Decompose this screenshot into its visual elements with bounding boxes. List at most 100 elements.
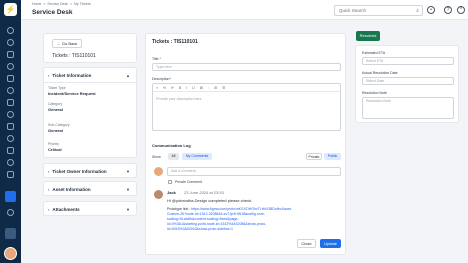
prototype-link[interactable]: id=0015%3A00003&show-proto-sidebar=1	[167, 227, 233, 231]
app-logo[interactable]: ⚡	[4, 3, 17, 16]
filter-all-button[interactable]: All	[168, 153, 179, 160]
status-resolved-button[interactable]: Resolved	[356, 31, 380, 41]
nav-icon-10[interactable]	[7, 135, 14, 142]
user-avatar[interactable]	[4, 247, 17, 260]
breadcrumb-service-desk[interactable]: Service Desk	[47, 2, 68, 6]
help-icon[interactable]: ?	[444, 6, 452, 14]
asset-info-title: Asset Information	[52, 187, 91, 192]
title-placeholder: Type here	[156, 65, 172, 69]
owner-info-header[interactable]: ▪ Ticket Owner Information	[48, 169, 107, 174]
main-ticket-card: Tickets : TIS110101 Title * Type here De…	[145, 33, 346, 255]
asset-info-card[interactable]: ▪ Asset Information ▼	[43, 181, 137, 196]
divider	[44, 82, 136, 83]
settings-icon[interactable]: *	[457, 6, 465, 14]
comment-placeholder: Add a comment...	[171, 169, 199, 173]
sidebar: ⚡	[0, 0, 21, 263]
search-placeholder: Quick Search	[339, 8, 367, 13]
prototype-link[interactable]: Custom-26?node-id=1512-32086&t=zv7JpXHW1…	[167, 212, 265, 216]
search-icon: ⌕	[416, 8, 419, 14]
field-value: Critical	[48, 147, 62, 152]
actual-date-label: Actual Resolution Date	[362, 71, 398, 75]
breadcrumb-sep: >	[70, 2, 73, 6]
close-button[interactable]: Close	[297, 239, 316, 248]
user-icon: ▪	[48, 169, 50, 174]
show-label: Show	[152, 155, 161, 159]
attachments-header[interactable]: ▪ Attachments	[48, 207, 80, 212]
comment-author: Jack	[167, 190, 176, 195]
nav-icon-13[interactable]	[7, 171, 14, 178]
actual-date-input[interactable]: Select Date	[362, 77, 454, 85]
nav-icon-2[interactable]	[7, 39, 14, 46]
owner-info-card[interactable]: ▪ Ticket Owner Information ▼	[43, 163, 137, 178]
owner-info-title: Ticket Owner Information	[52, 169, 107, 174]
nav-icon-15[interactable]	[7, 209, 14, 216]
eta-label: Estimated ETA	[362, 51, 386, 55]
chevron-down-icon[interactable]: ▼	[126, 207, 130, 212]
nav-icon-4[interactable]	[7, 63, 14, 70]
editor-toolbar[interactable]: ≡ ⟲ ⟳ B I U ⌘ ◦ ⊞ ☰	[153, 84, 340, 92]
field-value: General	[48, 107, 63, 112]
field-label: Ticket Type	[48, 86, 66, 90]
nav-icon-11[interactable]	[7, 147, 14, 154]
info-icon: ▪	[48, 73, 50, 78]
box-icon: ▪	[48, 187, 50, 192]
author-avatar	[154, 190, 163, 199]
private-button[interactable]: Private	[306, 153, 322, 160]
filter-my-comments-button[interactable]: My Comments	[182, 153, 212, 160]
field-value: Incident/Service Request	[48, 91, 96, 96]
paperclip-icon: ▪	[48, 207, 50, 212]
ticket-info-header[interactable]: ▪ Ticket Information	[48, 73, 91, 78]
home-icon[interactable]	[7, 27, 14, 34]
eta-input[interactable]: Select ETA	[362, 57, 454, 65]
search-input[interactable]: Quick Search ⌕	[334, 5, 423, 16]
comment-timestamp: 23 June 2024 at 23:53	[184, 190, 224, 195]
current-user-avatar	[154, 167, 163, 176]
resolution-note-label: Resolution Note	[362, 91, 387, 95]
nav-icon-5[interactable]	[7, 75, 14, 82]
nav-icon-8[interactable]	[7, 111, 14, 118]
eta-placeholder: Select ETA	[366, 59, 384, 63]
top-bar: Home > Service Desk > My Tickets Service…	[21, 0, 468, 20]
resolution-note-placeholder: Resolution Note	[366, 99, 391, 103]
go-back-button[interactable]: ← Go Back	[52, 39, 82, 48]
public-button[interactable]: Public	[324, 153, 341, 160]
description-editor[interactable]: ≡ ⟲ ⟳ B I U ⌘ ◦ ⊞ ☰ Provide your descrip…	[152, 83, 341, 131]
breadcrumb-home[interactable]: Home	[32, 2, 41, 6]
breadcrumb: Home > Service Desk > My Tickets	[32, 2, 91, 6]
attachments-card[interactable]: ▪ Attachments ▼	[43, 201, 137, 216]
private-comment-checkbox[interactable]	[168, 180, 172, 184]
asset-info-header[interactable]: ▪ Asset Information	[48, 187, 91, 192]
service-desk-icon[interactable]	[5, 191, 16, 202]
description-label: Description*	[152, 77, 171, 81]
update-button[interactable]: Update	[320, 239, 341, 248]
nav-icon-7[interactable]	[7, 99, 14, 106]
resolution-card: Estimated ETA Select ETA Actual Resoluti…	[355, 45, 459, 123]
settings-icon[interactable]	[5, 228, 16, 239]
communication-log-title: Communication Log	[152, 143, 191, 148]
attachments-title: Attachments	[52, 207, 80, 212]
title-input[interactable]: Type here	[152, 63, 341, 71]
field-value: General	[48, 128, 63, 133]
nav-icon-6[interactable]	[7, 87, 14, 94]
comment-text: Hi @yohandha,Design completed please che…	[167, 198, 253, 203]
prototype-link[interactable]: id=0%3A1&starting-point-node-id=1512%3A3…	[167, 222, 266, 226]
ticket-id-label: Tickets : TIS110101	[52, 53, 96, 59]
main-ticket-title: Tickets : TIS110101	[152, 39, 198, 45]
description-placeholder: Provide your description here	[156, 97, 202, 101]
breadcrumb-my-tickets[interactable]: My Tickets	[74, 2, 91, 6]
nav-icon-9[interactable]	[7, 123, 14, 130]
field-label: Sub-Category	[48, 123, 70, 127]
nav-icon-3[interactable]	[7, 51, 14, 58]
field-label: Priority	[48, 142, 59, 146]
prototype-line: Prototype link : https://www.figma.com/p…	[167, 207, 292, 211]
prototype-link[interactable]: scaling=fit-width&content-scaling=fixed&…	[167, 217, 239, 221]
chevron-down-icon[interactable]: ▼	[126, 187, 130, 192]
bell-icon[interactable]: •	[427, 6, 435, 14]
chevron-up-icon[interactable]: ▲	[126, 73, 130, 78]
prototype-label: Prototype link :	[167, 207, 191, 211]
nav-icon-12[interactable]	[7, 159, 14, 166]
prototype-link[interactable]: https://www.figma.com/proto/wKGXOHGhvTLH…	[191, 207, 292, 211]
chevron-down-icon[interactable]: ▼	[126, 169, 130, 174]
comment-input[interactable]: Add a comment...	[167, 167, 341, 176]
resolution-note-input[interactable]: Resolution Note	[362, 97, 454, 119]
